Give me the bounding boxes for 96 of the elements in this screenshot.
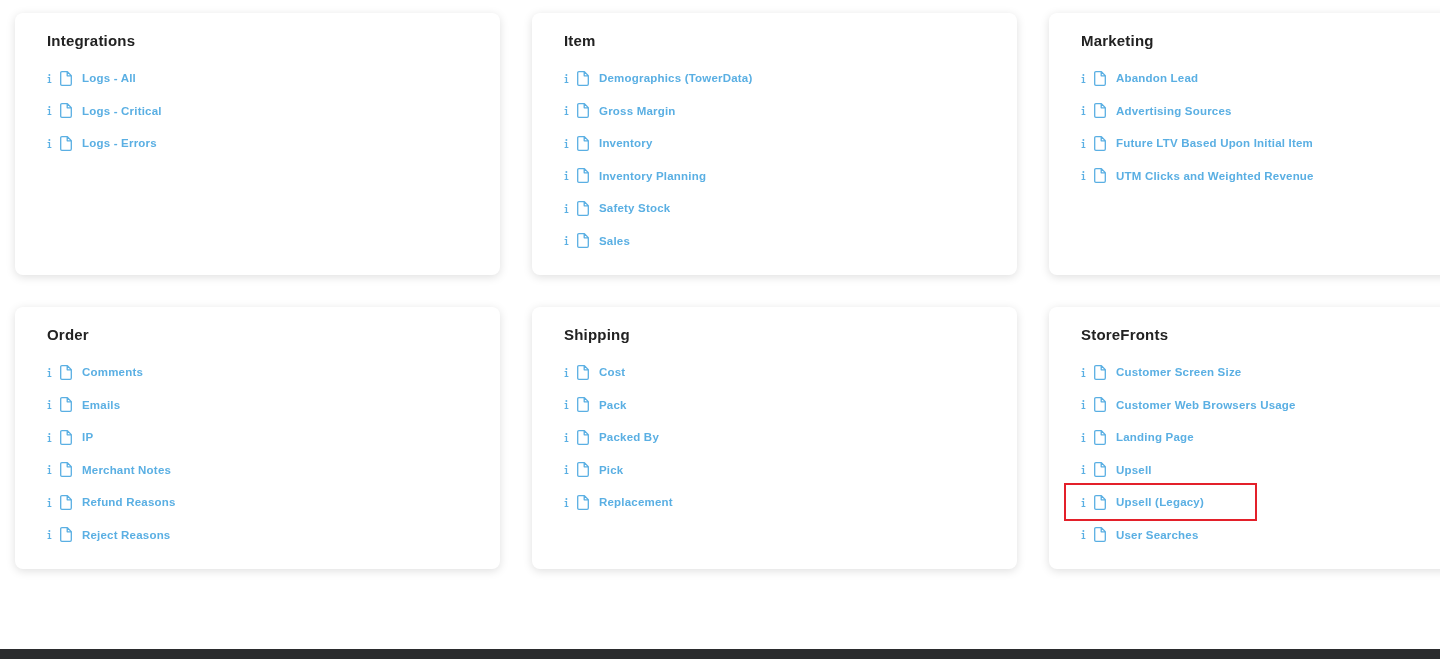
document-icon: [60, 494, 72, 510]
info-icon[interactable]: [1081, 171, 1086, 181]
report-link[interactable]: Cost: [599, 366, 626, 379]
report-link[interactable]: UTM Clicks and Weighted Revenue: [1116, 169, 1314, 182]
info-icon[interactable]: [1081, 497, 1086, 507]
document-icon: [577, 200, 589, 216]
document-icon: [1094, 527, 1106, 543]
info-icon[interactable]: [1081, 106, 1086, 116]
info-icon[interactable]: [47, 138, 52, 148]
document-icon: [1094, 70, 1106, 86]
document-icon: [577, 103, 589, 119]
info-icon[interactable]: [1081, 400, 1086, 410]
section-title: Integrations: [47, 31, 136, 51]
info-icon[interactable]: [1081, 432, 1086, 442]
document-icon: [577, 462, 589, 478]
document-icon: [577, 168, 589, 184]
document-icon: [1094, 462, 1106, 478]
document-icon: [1094, 168, 1106, 184]
report-link[interactable]: Advertising Sources: [1116, 104, 1232, 117]
info-icon[interactable]: [1081, 530, 1086, 540]
document-icon: [60, 397, 72, 413]
report-link[interactable]: Comments: [82, 366, 144, 379]
info-icon[interactable]: [564, 367, 569, 377]
report-link[interactable]: Refund Reasons: [82, 496, 176, 509]
section-title: Order: [47, 325, 89, 345]
info-icon[interactable]: [564, 432, 569, 442]
document-icon: [577, 70, 589, 86]
report-link[interactable]: Inventory: [599, 137, 653, 150]
document-icon: [1094, 135, 1106, 151]
info-icon[interactable]: [47, 367, 52, 377]
document-icon: [577, 494, 589, 510]
document-icon: [1094, 103, 1106, 119]
document-icon: [577, 364, 589, 380]
info-icon[interactable]: [564, 73, 569, 83]
report-link[interactable]: Inventory Planning: [599, 169, 707, 182]
info-icon[interactable]: [47, 106, 52, 116]
info-icon[interactable]: [47, 400, 52, 410]
report-link[interactable]: Logs - Critical: [82, 104, 162, 117]
info-icon[interactable]: [564, 138, 569, 148]
document-icon: [60, 135, 72, 151]
report-link[interactable]: User Searches: [1116, 528, 1199, 541]
document-icon: [60, 462, 72, 478]
document-icon: [60, 527, 72, 543]
section-title: Item: [564, 31, 596, 51]
info-icon[interactable]: [564, 497, 569, 507]
document-icon: [1094, 429, 1106, 445]
info-icon[interactable]: [564, 236, 569, 246]
report-link[interactable]: Pick: [599, 463, 624, 476]
document-icon: [60, 429, 72, 445]
info-icon[interactable]: [564, 171, 569, 181]
report-link[interactable]: Gross Margin: [599, 104, 676, 117]
document-icon: [577, 397, 589, 413]
report-link[interactable]: Customer Screen Size: [1116, 366, 1242, 379]
report-link[interactable]: Packed By: [599, 431, 659, 444]
report-link[interactable]: IP: [82, 431, 94, 444]
info-icon[interactable]: [1081, 138, 1086, 148]
report-link[interactable]: Abandon Lead: [1116, 72, 1199, 85]
section-title: Shipping: [564, 325, 630, 345]
document-icon: [60, 364, 72, 380]
report-link[interactable]: Logs - Errors: [82, 137, 157, 150]
info-icon[interactable]: [1081, 73, 1086, 83]
report-link[interactable]: Emails: [82, 398, 121, 411]
report-link[interactable]: Upsell: [1116, 463, 1152, 476]
info-icon[interactable]: [47, 432, 52, 442]
section-title: Marketing: [1081, 31, 1154, 51]
report-link[interactable]: Landing Page: [1116, 431, 1194, 444]
document-icon: [577, 429, 589, 445]
info-icon[interactable]: [564, 400, 569, 410]
report-link[interactable]: Demographics (TowerData): [599, 72, 753, 85]
document-icon: [60, 103, 72, 119]
info-icon[interactable]: [47, 530, 52, 540]
report-link[interactable]: Safety Stock: [599, 202, 671, 215]
info-icon[interactable]: [47, 465, 52, 475]
document-icon: [1094, 364, 1106, 380]
info-icon[interactable]: [47, 497, 52, 507]
document-icon: [60, 70, 72, 86]
section-title: StoreFronts: [1081, 325, 1169, 345]
info-icon[interactable]: [564, 465, 569, 475]
info-icon[interactable]: [564, 203, 569, 213]
document-icon: [1094, 494, 1106, 510]
report-link[interactable]: Reject Reasons: [82, 528, 171, 541]
info-icon[interactable]: [1081, 367, 1086, 377]
report-link[interactable]: Upsell (Legacy): [1116, 496, 1204, 509]
document-icon: [577, 135, 589, 151]
info-icon[interactable]: [564, 106, 569, 116]
report-link[interactable]: Replacement: [599, 496, 673, 509]
report-link[interactable]: Customer Web Browsers Usage: [1116, 398, 1296, 411]
report-link[interactable]: Future LTV Based Upon Initial Item: [1116, 137, 1313, 150]
report-link[interactable]: Logs - All: [82, 72, 136, 85]
report-link[interactable]: Merchant Notes: [82, 463, 172, 476]
info-icon[interactable]: [1081, 465, 1086, 475]
info-icon[interactable]: [47, 73, 52, 83]
report-link[interactable]: Pack: [599, 398, 627, 411]
report-link[interactable]: Sales: [599, 234, 631, 247]
document-icon: [577, 233, 589, 249]
document-icon: [1094, 397, 1106, 413]
